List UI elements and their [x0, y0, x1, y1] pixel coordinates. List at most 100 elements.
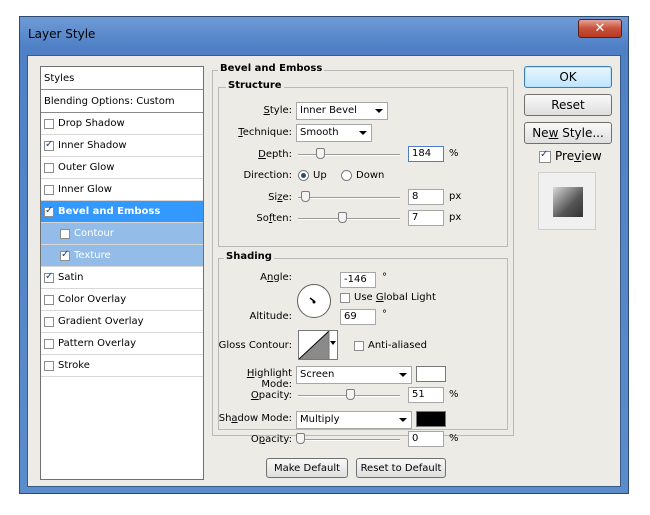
contour-dropdown-arrow-icon[interactable] — [330, 341, 336, 345]
make-default-button[interactable]: Make Default — [266, 458, 348, 478]
soften-label: Soften: — [256, 213, 292, 224]
style-label: Style: — [263, 105, 293, 116]
technique-value: Smooth — [300, 127, 339, 138]
close-button[interactable]: ✕ — [578, 19, 622, 38]
reset-button[interactable]: Reset — [524, 94, 612, 116]
preview-label: Preview — [555, 149, 602, 163]
inner-glow-checkbox[interactable] — [44, 184, 54, 195]
preview-swatch — [553, 187, 583, 217]
angle-dial[interactable] — [297, 284, 331, 318]
soften-slider-thumb[interactable] — [338, 212, 347, 223]
window-title: Layer Style — [28, 27, 96, 41]
size-slider-track[interactable] — [298, 197, 400, 199]
shadow-opacity-track[interactable] — [298, 439, 400, 441]
styles-header[interactable]: Styles — [41, 67, 203, 90]
new-style-button[interactable]: Ne w Style... — [524, 122, 612, 144]
list-item-inner-glow[interactable]: Inner Glow — [41, 179, 203, 201]
depth-slider-track[interactable] — [298, 154, 400, 156]
list-item-label: Bevel and Emboss — [58, 206, 161, 217]
use-global-light-checkbox[interactable] — [340, 293, 350, 303]
depth-slider-thumb[interactable] — [316, 148, 325, 159]
angle-input[interactable]: -146 — [340, 272, 376, 288]
shadow-color-swatch[interactable] — [416, 411, 446, 427]
stroke-checkbox[interactable] — [44, 360, 54, 371]
list-item-color-overlay[interactable]: Color Overlay — [41, 289, 203, 311]
list-item-label: Satin — [58, 272, 84, 283]
contour-checkbox[interactable] — [60, 228, 70, 239]
highlight-opacity-label: Opacity: — [250, 390, 292, 401]
shadow-mode-dropdown[interactable]: Multiply — [296, 411, 412, 429]
outer-glow-checkbox[interactable] — [44, 162, 54, 173]
style-preview-thumbnail — [538, 172, 596, 230]
anti-aliased-label: Anti-aliased — [368, 340, 428, 351]
altitude-input[interactable]: 69 — [340, 309, 376, 325]
highlight-opacity-unit: % — [449, 389, 459, 400]
soften-slider-track[interactable] — [298, 218, 400, 220]
blending-options-item[interactable]: Blending Options: Custom — [41, 90, 203, 113]
soften-input[interactable]: 7 — [408, 210, 444, 226]
shadow-opacity-input[interactable]: 0 — [408, 431, 444, 447]
highlight-color-swatch[interactable] — [416, 366, 446, 382]
angle-unit: ° — [382, 272, 387, 283]
depth-input[interactable]: 184 — [408, 146, 444, 162]
list-item-label: Texture — [74, 250, 111, 261]
structure-title: Structure — [226, 80, 284, 91]
direction-down-label: Down — [356, 170, 385, 181]
list-item-label: Drop Shadow — [58, 118, 125, 129]
altitude-label: Altitude: — [249, 311, 292, 322]
shadow-opacity-thumb[interactable] — [296, 433, 305, 444]
gradient-overlay-checkbox[interactable] — [44, 316, 54, 327]
list-item-contour[interactable]: Contour — [41, 223, 203, 245]
bevel-emboss-checkbox[interactable] — [44, 205, 54, 217]
chevron-down-icon — [399, 373, 407, 377]
highlight-opacity-input[interactable]: 51 — [408, 387, 444, 403]
highlight-mode-label: Highlight Mode: — [246, 368, 292, 390]
direction-up-label: Up — [313, 170, 327, 181]
chevron-down-icon — [399, 418, 407, 422]
list-item-label: Contour — [74, 228, 114, 239]
angle-label: Angle: — [260, 272, 292, 283]
list-item-stroke[interactable]: Stroke — [41, 355, 203, 377]
depth-label: Depth: — [258, 149, 292, 160]
satin-checkbox[interactable] — [44, 271, 54, 283]
texture-checkbox[interactable] — [60, 249, 70, 261]
size-label: Size: — [268, 192, 292, 203]
altitude-unit: ° — [382, 309, 387, 320]
ok-button[interactable]: OK — [524, 66, 612, 88]
highlight-mode-value: Screen — [300, 369, 335, 380]
gloss-contour-picker[interactable] — [298, 330, 338, 360]
style-dropdown[interactable]: Inner Bevel — [296, 102, 388, 120]
list-item-label: Color Overlay — [58, 294, 127, 305]
list-item-label: Outer Glow — [58, 162, 115, 173]
list-item-drop-shadow[interactable]: Drop Shadow — [41, 113, 203, 135]
list-item-texture[interactable]: Texture — [41, 245, 203, 267]
size-unit: px — [449, 191, 462, 202]
list-item-gradient-overlay[interactable]: Gradient Overlay — [41, 311, 203, 333]
direction-down-radio[interactable] — [341, 170, 352, 181]
technique-dropdown[interactable]: Smooth — [296, 124, 372, 142]
direction-up-radio[interactable] — [298, 170, 309, 181]
size-input[interactable]: 8 — [408, 189, 444, 205]
list-item-label: Inner Glow — [58, 184, 112, 195]
color-overlay-checkbox[interactable] — [44, 294, 54, 305]
list-item-bevel-emboss[interactable]: Bevel and Emboss — [41, 201, 203, 223]
list-item-inner-shadow[interactable]: Inner Shadow — [41, 135, 203, 157]
preview-checkbox[interactable] — [539, 149, 551, 163]
size-slider-thumb[interactable] — [301, 191, 310, 202]
highlight-mode-dropdown[interactable]: Screen — [296, 366, 412, 384]
drop-shadow-checkbox[interactable] — [44, 118, 54, 129]
styles-header-label: Styles — [44, 72, 75, 84]
anti-aliased-checkbox[interactable] — [354, 341, 364, 351]
list-item-pattern-overlay[interactable]: Pattern Overlay — [41, 333, 203, 355]
shadow-mode-value: Multiply — [300, 414, 340, 425]
list-item-satin[interactable]: Satin — [41, 267, 203, 289]
reset-to-default-button[interactable]: Reset to Default — [356, 458, 446, 478]
highlight-opacity-thumb[interactable] — [346, 389, 355, 400]
list-item-label: Stroke — [58, 360, 90, 371]
chevron-down-icon — [359, 131, 367, 135]
shadow-mode-label: Shadow Mode: — [218, 413, 292, 424]
pattern-overlay-checkbox[interactable] — [44, 338, 54, 349]
inner-shadow-checkbox[interactable] — [44, 139, 54, 151]
list-item-outer-glow[interactable]: Outer Glow — [41, 157, 203, 179]
list-item-label: Inner Shadow — [58, 140, 127, 151]
